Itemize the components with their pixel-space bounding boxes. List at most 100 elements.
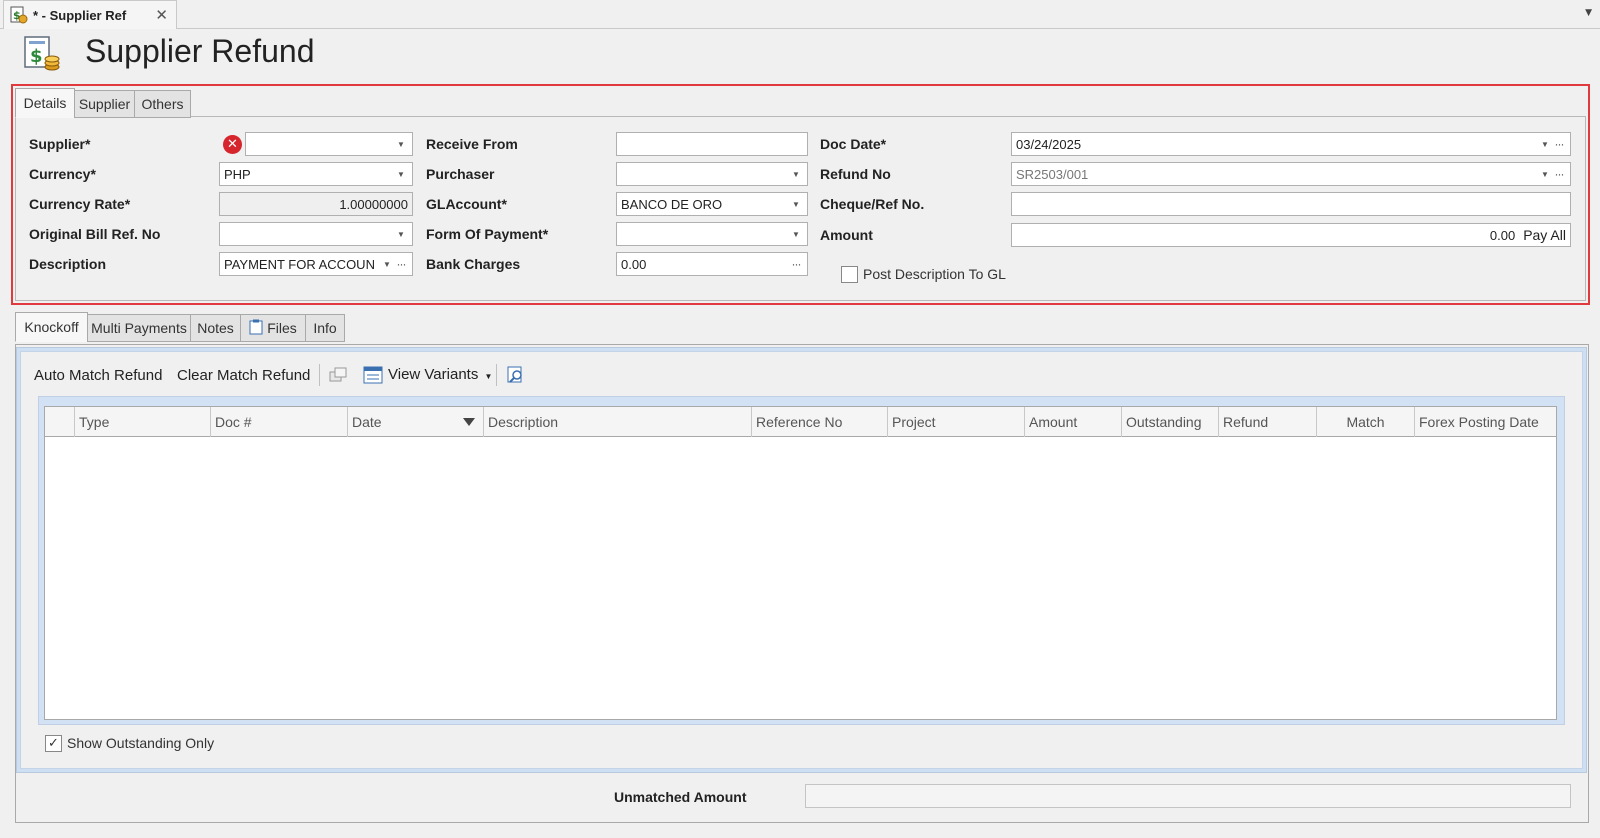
tab-files-label: Files [267,320,297,336]
pay-all-button[interactable]: Pay All [1523,227,1566,243]
currency-rate-value: 1.00000000 [339,196,408,212]
description-select[interactable]: PAYMENT FOR ACCOUN ▼ ··· [219,252,413,276]
form-of-payment-label: Form Of Payment* [426,226,549,242]
column-match[interactable]: Match [1317,407,1415,437]
column-project[interactable]: Project [888,407,1025,437]
chevron-down-icon[interactable]: ▼ [789,170,803,179]
document-tab-bar: $ * - Supplier Ref ✕ ▼ [0,0,1600,29]
purchaser-select[interactable]: ▼ [616,162,808,186]
original-bill-label: Original Bill Ref. No [29,226,161,242]
supplier-select[interactable]: ▼ [245,132,413,156]
doc-date-picker[interactable]: 03/24/2025 ▼ ··· [1011,132,1571,156]
tab-others[interactable]: Others [134,90,191,118]
column-doc-no[interactable]: Doc # [211,407,348,437]
chevron-down-icon[interactable]: ▼ [1538,140,1552,149]
chevron-down-icon[interactable]: ▼ [394,170,408,179]
view-variants-label: View Variants [388,366,479,383]
knockoff-grid: Type Doc # Date Description Reference No… [44,406,1557,720]
original-bill-select[interactable]: ▼ [219,222,413,246]
tab-details[interactable]: Details [15,88,75,118]
description-value: PAYMENT FOR ACCOUN [224,256,375,272]
clipboard-icon [249,319,263,338]
tab-files[interactable]: Files [240,314,306,342]
glaccount-label: GLAccount* [426,196,507,212]
header-tabs: Details Supplier Others [15,88,191,118]
chevron-down-icon[interactable]: ▼ [380,260,394,269]
tab-multi-payments[interactable]: Multi Payments [87,314,191,342]
chevron-down-icon[interactable]: ▼ [789,200,803,209]
find-icon[interactable] [506,365,526,389]
column-forex-posting-date[interactable]: Forex Posting Date [1415,407,1557,437]
receive-from-input[interactable] [616,132,808,156]
unmatched-amount-label: Unmatched Amount [614,789,747,805]
chevron-down-icon[interactable]: ▼ [789,230,803,239]
refund-no-label: Refund No [820,166,891,182]
svg-text:$: $ [30,46,43,67]
page-title: Supplier Refund [85,33,315,69]
supplier-label: Supplier* [29,136,91,152]
bank-charges-value: 0.00 [621,256,647,272]
view-variants-button[interactable]: View Variants ▼ [388,366,492,383]
tab-info[interactable]: Info [305,314,345,342]
column-date[interactable]: Date [348,407,484,437]
close-icon[interactable]: ✕ [155,6,168,24]
document-tab-label: * - Supplier Ref [33,7,127,23]
unmatched-amount-field [805,784,1571,808]
window-copy-icon[interactable] [328,365,348,389]
lower-tabs: Knockoff Multi Payments Notes Files Info [15,312,345,342]
doc-date-label: Doc Date* [820,136,887,152]
chevron-down-icon: ▼ [484,372,493,381]
column-refund[interactable]: Refund [1219,407,1317,437]
show-outstanding-checkbox[interactable]: ✓ [45,735,62,752]
amount-input[interactable]: 0.00 Pay All [1011,223,1571,247]
ellipsis-icon[interactable]: ··· [1552,167,1566,181]
cheque-ref-input[interactable] [1011,192,1571,216]
glaccount-value: BANCO DE ORO [621,196,723,212]
refund-no-value: SR2503/001 [1016,166,1089,182]
toolbar-separator [319,364,320,386]
column-outstanding[interactable]: Outstanding [1122,407,1219,437]
tab-notes[interactable]: Notes [190,314,241,342]
column-type[interactable]: Type [75,407,211,437]
chevron-down-icon[interactable]: ▼ [394,140,408,149]
refund-no-select[interactable]: SR2503/001 ▼ ··· [1011,162,1571,186]
refund-document-icon: $ [10,6,28,24]
sort-descending-icon [463,418,475,426]
receive-from-label: Receive From [426,136,518,152]
currency-rate-field: 1.00000000 [219,192,413,216]
error-icon: ✕ [223,135,242,154]
ellipsis-icon[interactable]: ··· [789,257,803,271]
show-outstanding-label: Show Outstanding Only [67,735,215,751]
glaccount-select[interactable]: BANCO DE ORO ▼ [616,192,808,216]
column-date-label: Date [352,414,382,430]
currency-value: PHP [224,166,251,182]
cheque-ref-label: Cheque/Ref No. [820,196,925,212]
toolbar-separator [496,364,497,386]
tab-knockoff[interactable]: Knockoff [15,312,88,342]
bank-charges-label: Bank Charges [426,256,521,272]
purchaser-label: Purchaser [426,166,495,182]
amount-label: Amount [820,227,873,243]
post-description-checkbox[interactable] [841,266,858,283]
column-reference-no[interactable]: Reference No [752,407,888,437]
ellipsis-icon[interactable]: ··· [394,257,408,271]
clear-match-refund-button[interactable]: Clear Match Refund [177,367,310,384]
currency-select[interactable]: PHP ▼ [219,162,413,186]
currency-rate-label: Currency Rate* [29,196,131,212]
document-tab-supplier-refund[interactable]: $ * - Supplier Ref ✕ [3,0,177,29]
tab-supplier[interactable]: Supplier [74,90,135,118]
bank-charges-input[interactable]: 0.00 ··· [616,252,808,276]
currency-label: Currency* [29,166,96,182]
chevron-down-icon[interactable]: ▼ [1585,8,1592,18]
form-of-payment-select[interactable]: ▼ [616,222,808,246]
chevron-down-icon[interactable]: ▼ [1538,170,1552,179]
grid-indicator-column [45,407,75,437]
supplier-refund-icon: $ [22,35,62,73]
view-variants-icon[interactable] [363,366,383,388]
column-description[interactable]: Description [484,407,752,437]
chevron-down-icon[interactable]: ▼ [394,230,408,239]
ellipsis-icon[interactable]: ··· [1552,137,1566,151]
column-amount[interactable]: Amount [1025,407,1122,437]
grid-header: Type Doc # Date Description Reference No… [45,407,1556,437]
auto-match-refund-button[interactable]: Auto Match Refund [34,367,162,384]
